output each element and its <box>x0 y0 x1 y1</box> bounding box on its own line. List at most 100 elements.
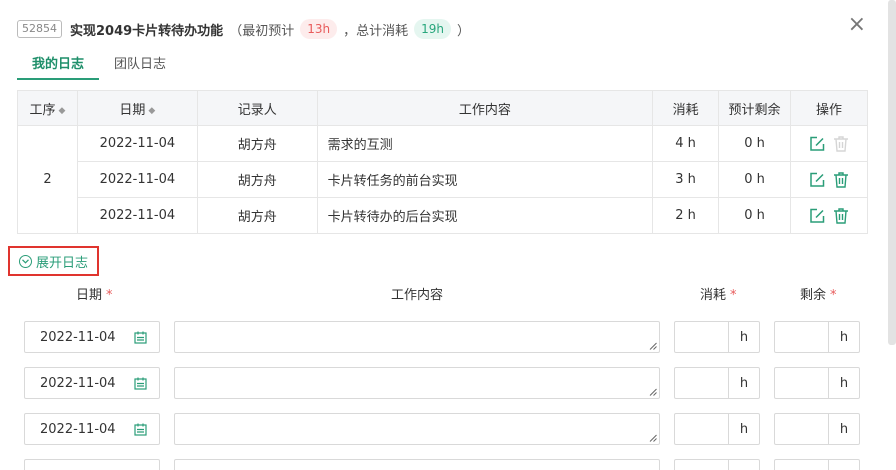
resize-handle-icon[interactable] <box>649 434 657 442</box>
consumed-cell: 4 h <box>652 125 720 162</box>
delete-icon[interactable] <box>832 135 850 153</box>
expand-log-button[interactable]: 展开日志 <box>8 246 99 276</box>
tab-team-log[interactable]: 团队日志 <box>99 52 181 80</box>
unit-label: h <box>828 368 859 398</box>
edit-icon[interactable] <box>808 207 826 225</box>
content-cell: 卡片转任务的前台实现 <box>316 161 654 198</box>
table-row: 2 2022-11-04 胡方舟 需求的互测 4 h 0 h <box>17 125 869 234</box>
initial-estimate-badge: 13h <box>300 19 338 39</box>
log-entry-row: 2022-11-04 h h <box>0 367 896 399</box>
consumed-cell: 2 h <box>652 197 720 234</box>
sort-icon[interactable]: ◆ <box>148 106 155 116</box>
required-mark: * <box>106 288 113 303</box>
log-tabs: 我的日志 团队日志 <box>17 52 181 80</box>
calendar-icon[interactable] <box>134 331 147 344</box>
table-header-row: 工序 ◆ 日期 ◆ 记录人 工作内容 消耗 预计剩余 操作 <box>17 90 869 126</box>
delete-icon[interactable] <box>832 207 850 225</box>
form-header-content: 工作内容 <box>391 288 444 303</box>
required-mark: * <box>730 288 737 303</box>
step-cell: 2 <box>17 125 78 234</box>
unit-label: h <box>828 322 859 352</box>
calendar-icon[interactable] <box>134 423 147 436</box>
actions-cell <box>789 197 869 234</box>
consumed-input[interactable]: h <box>674 321 760 353</box>
work-content-textarea[interactable] <box>174 367 660 399</box>
column-header-date[interactable]: 日期 ◆ <box>76 90 198 126</box>
total-consumed-label: ，总计消耗 <box>343 23 409 39</box>
actions-cell <box>789 125 869 162</box>
log-entry-row: 2022-11-04 h h <box>0 321 896 353</box>
recorder-cell: 胡方舟 <box>196 161 318 198</box>
log-table: 工序 ◆ 日期 ◆ 记录人 工作内容 消耗 预计剩余 操作 2 2022-11-04… <box>17 90 869 234</box>
task-title: 实现2049卡片转待办功能 <box>70 23 224 39</box>
column-header-remaining: 预计剩余 <box>718 90 791 126</box>
content-cell: 需求的互测 <box>316 125 654 162</box>
content-cell: 卡片转待办的后台实现 <box>316 197 654 234</box>
remaining-cell: 0 h <box>718 197 791 234</box>
expand-log-label: 展开日志 <box>36 255 89 271</box>
delete-icon[interactable] <box>832 171 850 189</box>
edit-icon[interactable] <box>808 171 826 189</box>
log-entry-row-partial <box>0 459 896 470</box>
form-header-date: 日期 * <box>76 288 113 303</box>
work-content-textarea[interactable] <box>174 321 660 353</box>
log-entry-row: 2022-11-04 h h <box>0 413 896 445</box>
remaining-input[interactable]: h <box>774 321 860 353</box>
remaining-field[interactable] <box>775 322 828 352</box>
task-id-badge: 52854 <box>17 20 62 38</box>
consumed-input[interactable]: h <box>674 367 760 399</box>
date-cell: 2022-11-04 <box>76 125 198 162</box>
remaining-field[interactable] <box>775 368 828 398</box>
remaining-field[interactable] <box>775 414 828 444</box>
task-header: 52854 实现2049卡片转待办功能 （最初预计 13h ，总计消耗 19h … <box>17 18 470 40</box>
consumed-input[interactable]: h <box>674 413 760 445</box>
consumed-cell: 3 h <box>652 161 720 198</box>
column-header-recorder: 记录人 <box>196 90 318 126</box>
date-cell: 2022-11-04 <box>76 161 198 198</box>
consumed-field[interactable] <box>675 368 728 398</box>
remaining-input[interactable] <box>774 459 860 470</box>
chevron-down-icon <box>19 254 32 268</box>
close-icon[interactable]: × <box>848 12 866 37</box>
work-content-textarea[interactable] <box>174 459 660 470</box>
sort-icon[interactable]: ◆ <box>59 106 66 116</box>
unit-label: h <box>728 368 759 398</box>
initial-estimate-label: （最初预计 <box>229 23 295 39</box>
total-consumed-badge: 19h <box>414 19 451 39</box>
remaining-cell: 0 h <box>718 125 791 162</box>
column-header-consumed: 消耗 <box>652 90 720 126</box>
remaining-input[interactable]: h <box>774 367 860 399</box>
column-header-content: 工作内容 <box>316 90 654 126</box>
edit-icon[interactable] <box>808 135 826 153</box>
work-content-textarea[interactable] <box>174 413 660 445</box>
header-suffix: ） <box>456 23 470 39</box>
form-header-consumed: 消耗 * <box>700 288 737 303</box>
date-picker-input[interactable] <box>24 459 160 470</box>
column-header-step[interactable]: 工序 ◆ <box>17 90 78 126</box>
consumed-field[interactable] <box>675 414 728 444</box>
unit-label: h <box>728 414 759 444</box>
resize-handle-icon[interactable] <box>649 342 657 350</box>
date-cell: 2022-11-04 <box>76 197 198 234</box>
calendar-icon[interactable] <box>134 377 147 390</box>
date-picker-input[interactable]: 2022-11-04 <box>24 321 160 353</box>
actions-cell <box>789 161 869 198</box>
remaining-cell: 0 h <box>718 161 791 198</box>
table-row: 2022-11-04 胡方舟 卡片转待办的后台实现 2 h 0 h <box>18 197 869 234</box>
form-header-remaining: 剩余 * <box>800 288 837 303</box>
resize-handle-icon[interactable] <box>649 388 657 396</box>
close-button[interactable]: × <box>848 14 866 36</box>
recorder-cell: 胡方舟 <box>196 197 318 234</box>
date-picker-input[interactable]: 2022-11-04 <box>24 413 160 445</box>
unit-label: h <box>828 414 859 444</box>
table-row: 2022-11-04 胡方舟 卡片转任务的前台实现 3 h 0 h <box>18 161 869 198</box>
consumed-input[interactable] <box>674 459 760 470</box>
unit-label: h <box>728 322 759 352</box>
remaining-input[interactable]: h <box>774 413 860 445</box>
vertical-scrollbar[interactable] <box>888 0 896 345</box>
column-header-actions: 操作 <box>789 90 869 126</box>
date-picker-input[interactable]: 2022-11-04 <box>24 367 160 399</box>
tab-my-log[interactable]: 我的日志 <box>17 52 100 80</box>
consumed-field[interactable] <box>675 322 728 352</box>
required-mark: * <box>830 288 837 303</box>
